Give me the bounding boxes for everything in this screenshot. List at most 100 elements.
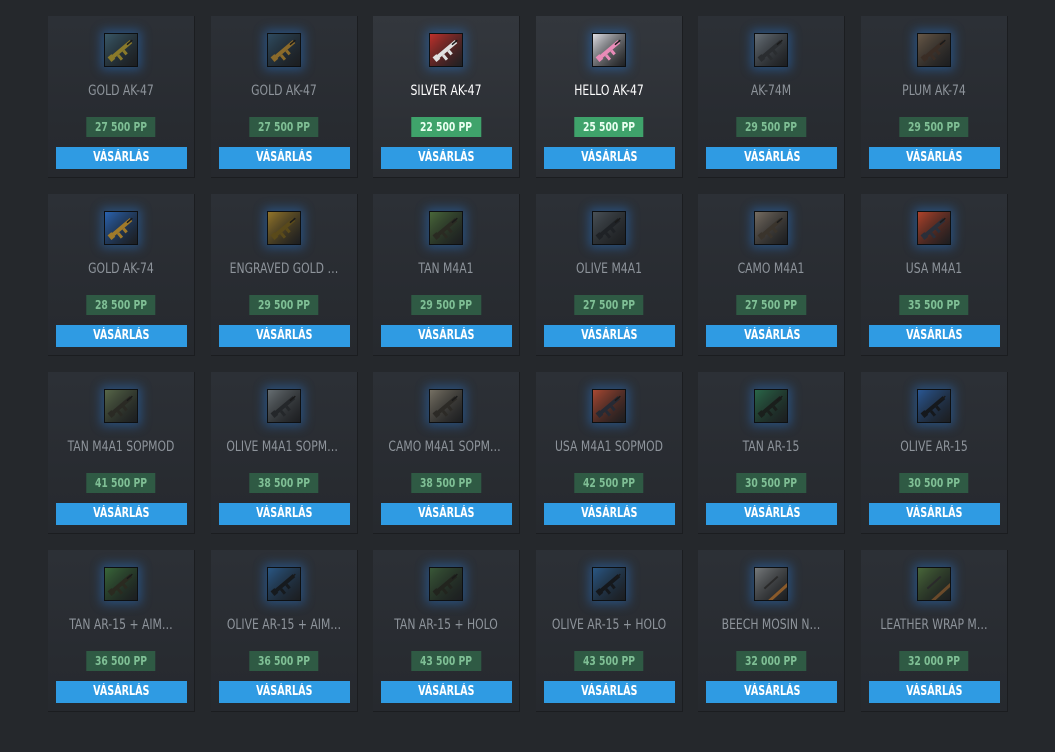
- shop-item-card: OLIVE AR-15 + AIM… 36 500 PP VÁSÁRLÁS: [210, 550, 358, 712]
- sopmod-icon: [591, 389, 626, 423]
- item-name: LEATHER WRAP M…: [880, 617, 988, 633]
- shop-item-card: TAN AR-15 30 500 PP VÁSÁRLÁS: [698, 372, 846, 534]
- ar15-icon: [591, 567, 626, 601]
- shop-item-card: ENGRAVED GOLD … 29 500 PP VÁSÁRLÁS: [210, 194, 358, 356]
- shop-item-card: GOLD AK-47 27 500 PP VÁSÁRLÁS: [210, 16, 358, 178]
- shop-item-card: GOLD AK-74 28 500 PP VÁSÁRLÁS: [48, 194, 195, 356]
- shop-item-card: AK-74M 29 500 PP VÁSÁRLÁS: [698, 16, 846, 178]
- buy-button[interactable]: VÁSÁRLÁS: [706, 503, 838, 525]
- ar15-icon: [754, 389, 789, 423]
- buy-button[interactable]: VÁSÁRLÁS: [56, 147, 187, 169]
- ak74-icon: [104, 211, 138, 245]
- item-price: 29 500 PP: [899, 117, 969, 137]
- ak47-icon: [266, 33, 301, 67]
- mosin-icon: [916, 567, 951, 601]
- buy-button[interactable]: VÁSÁRLÁS: [868, 325, 1000, 347]
- shop-item-card: CAMO M4A1 27 500 PP VÁSÁRLÁS: [698, 194, 846, 356]
- shop-item-card: GOLD AK-47 27 500 PP VÁSÁRLÁS: [48, 16, 195, 178]
- buy-button[interactable]: VÁSÁRLÁS: [868, 503, 1000, 525]
- m4a1-icon: [754, 211, 789, 245]
- ar15-icon: [266, 567, 301, 601]
- item-name: AK-74M: [751, 83, 792, 99]
- buy-button[interactable]: VÁSÁRLÁS: [868, 147, 1000, 169]
- ar15-icon: [429, 567, 464, 601]
- item-name: OLIVE M4A1 SOPMOD: [225, 439, 342, 455]
- item-name: TAN AR-15 + AIM…: [69, 617, 173, 633]
- shop-item-card: BEECH MOSIN N… 32 000 PP VÁSÁRLÁS: [698, 550, 846, 712]
- buy-button[interactable]: VÁSÁRLÁS: [706, 325, 838, 347]
- m4a1-icon: [591, 211, 626, 245]
- item-name: SILVER AK-47: [410, 83, 482, 99]
- buy-button[interactable]: VÁSÁRLÁS: [543, 503, 675, 525]
- item-price: 43 500 PP: [574, 651, 644, 671]
- shop-item-card: USA M4A1 35 500 PP VÁSÁRLÁS: [860, 194, 1008, 356]
- buy-button[interactable]: VÁSÁRLÁS: [218, 325, 350, 347]
- item-name: GOLD AK-47: [250, 83, 317, 99]
- buy-button[interactable]: VÁSÁRLÁS: [56, 325, 187, 347]
- item-price: 41 500 PP: [86, 473, 156, 493]
- item-price: 38 500 PP: [248, 473, 319, 493]
- item-price: 28 500 PP: [86, 295, 156, 315]
- sopmod-icon: [266, 389, 301, 423]
- buy-button[interactable]: VÁSÁRLÁS: [218, 147, 350, 169]
- buy-button[interactable]: VÁSÁRLÁS: [706, 681, 838, 703]
- buy-button[interactable]: VÁSÁRLÁS: [706, 147, 838, 169]
- item-name: CAMO M4A1: [737, 261, 805, 277]
- sopmod-icon: [104, 389, 138, 423]
- item-price: 36 500 PP: [248, 651, 319, 671]
- item-price: 27 500 PP: [574, 295, 644, 315]
- item-price: 35 500 PP: [899, 295, 969, 315]
- item-price: 27 500 PP: [736, 295, 807, 315]
- shop-item-card: USA M4A1 SOPMOD 42 500 PP VÁSÁRLÁS: [535, 372, 683, 534]
- item-name: HELLO AK-47: [574, 83, 644, 99]
- item-price: 36 500 PP: [86, 651, 156, 671]
- shop-item-card: OLIVE M4A1 SOPMOD 38 500 PP VÁSÁRLÁS: [210, 372, 358, 534]
- buy-button[interactable]: VÁSÁRLÁS: [868, 681, 1000, 703]
- buy-button[interactable]: VÁSÁRLÁS: [218, 681, 350, 703]
- shop-item-card: OLIVE AR-15 + HOLO 43 500 PP VÁSÁRLÁS: [535, 550, 683, 712]
- ak47-icon: [429, 33, 464, 67]
- item-price: 29 500 PP: [736, 117, 807, 137]
- item-price: 32 000 PP: [736, 651, 807, 671]
- buy-button[interactable]: VÁSÁRLÁS: [56, 681, 187, 703]
- item-price: 29 500 PP: [411, 295, 481, 315]
- buy-button[interactable]: VÁSÁRLÁS: [543, 325, 675, 347]
- item-price: 42 500 PP: [574, 473, 644, 493]
- ak74-icon: [754, 33, 789, 67]
- item-name: USA M4A1 SOPMOD: [554, 439, 663, 455]
- shop-item-card: HELLO AK-47 25 500 PP VÁSÁRLÁS: [535, 16, 683, 178]
- ak74-icon: [266, 211, 301, 245]
- item-name: TAN M4A1: [418, 261, 474, 277]
- item-price: 25 500 PP: [574, 117, 644, 137]
- shop-item-card: TAN M4A1 29 500 PP VÁSÁRLÁS: [373, 194, 521, 356]
- shop-item-card: PLUM AK-74 29 500 PP VÁSÁRLÁS: [860, 16, 1008, 178]
- item-price: 27 500 PP: [248, 117, 319, 137]
- item-name: GOLD AK-74: [88, 261, 154, 277]
- buy-button[interactable]: VÁSÁRLÁS: [381, 325, 513, 347]
- item-name: BEECH MOSIN N…: [722, 617, 821, 633]
- shop-item-card: OLIVE AR-15 30 500 PP VÁSÁRLÁS: [860, 372, 1008, 534]
- buy-button[interactable]: VÁSÁRLÁS: [543, 147, 675, 169]
- m4a1-icon: [916, 211, 951, 245]
- item-name: TAN AR-15 + HOLO: [394, 617, 498, 633]
- item-name: PLUM AK-74: [902, 83, 966, 99]
- m4a1-icon: [429, 211, 464, 245]
- shop-item-card: SILVER AK-47 22 500 PP VÁSÁRLÁS: [373, 16, 521, 178]
- item-name: OLIVE AR-15 + HOLO: [551, 617, 666, 633]
- shop-item-card: TAN M4A1 SOPMOD 41 500 PP VÁSÁRLÁS: [48, 372, 195, 534]
- item-price: 30 500 PP: [736, 473, 807, 493]
- item-price: 43 500 PP: [411, 651, 481, 671]
- shop-item-card: LEATHER WRAP M… 32 000 PP VÁSÁRLÁS: [860, 550, 1008, 712]
- ak47-icon: [591, 33, 626, 67]
- shop-item-card: CAMO M4A1 SOPMOD 38 500 PP VÁSÁRLÁS: [373, 372, 521, 534]
- ar15-icon: [104, 567, 138, 601]
- buy-button[interactable]: VÁSÁRLÁS: [56, 503, 187, 525]
- item-price: 38 500 PP: [411, 473, 481, 493]
- buy-button[interactable]: VÁSÁRLÁS: [381, 503, 513, 525]
- buy-button[interactable]: VÁSÁRLÁS: [381, 681, 513, 703]
- buy-button[interactable]: VÁSÁRLÁS: [543, 681, 675, 703]
- buy-button[interactable]: VÁSÁRLÁS: [218, 503, 350, 525]
- item-price: 32 000 PP: [899, 651, 969, 671]
- ak74-icon: [916, 33, 951, 67]
- buy-button[interactable]: VÁSÁRLÁS: [381, 147, 513, 169]
